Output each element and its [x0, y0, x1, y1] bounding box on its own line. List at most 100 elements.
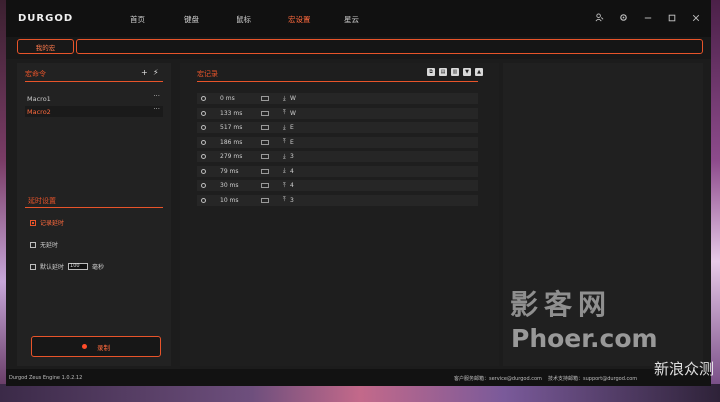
- background-right-strip: [711, 0, 720, 402]
- record-time: 30 ms: [220, 182, 239, 189]
- record-row[interactable]: 0 ms ⤓ W: [197, 93, 478, 104]
- top-navigation-bar: DURGOD 首页 键盘 鼠标 宏设置 星云: [6, 0, 711, 37]
- key-up-icon: ⤒: [283, 196, 286, 203]
- window-controls: [594, 12, 701, 23]
- more-icon[interactable]: ···: [153, 105, 160, 113]
- no-delay-option[interactable]: 无延时: [30, 240, 58, 249]
- record-time: 186 ms: [220, 138, 243, 146]
- version-text: Durgod Zeus Engine 1.0.2.12: [9, 375, 83, 381]
- keyboard-icon: [261, 110, 269, 116]
- default-delay-option[interactable]: 默认延时 100 毫秒: [30, 262, 104, 271]
- macro-name-input[interactable]: [76, 39, 703, 54]
- record-time: 279 ms: [220, 153, 243, 160]
- clock-icon: [201, 154, 206, 159]
- clock-icon: [201, 96, 206, 101]
- radio-icon: [30, 263, 36, 270]
- macro-bar: 我的宏: [6, 37, 711, 59]
- keyboard-icon: [261, 183, 269, 188]
- record-delay-option[interactable]: 记录延时: [30, 218, 64, 227]
- record-row[interactable]: 517 ms ⤓ E: [197, 122, 478, 133]
- move-down-icon[interactable]: ▼: [463, 68, 471, 76]
- record-time: 0 ms: [220, 95, 235, 102]
- record-dot-icon: [82, 344, 87, 349]
- record-button[interactable]: 录制: [31, 336, 161, 357]
- keyboard-icon: [261, 96, 269, 101]
- user-icon[interactable]: [594, 12, 605, 23]
- durgod-logo: DURGOD: [18, 13, 74, 24]
- record-button-label: 录制: [97, 343, 110, 352]
- record-key: 4: [290, 167, 294, 175]
- record-row[interactable]: 10 ms ⤒ 3: [197, 194, 478, 206]
- record-key: 4: [290, 182, 294, 189]
- default-delay-label: 默认延时: [40, 264, 65, 271]
- close-icon[interactable]: [690, 12, 701, 23]
- nav-nebula[interactable]: 星云: [344, 14, 359, 25]
- nav-macro-settings[interactable]: 宏设置: [288, 14, 311, 25]
- maximize-icon[interactable]: [666, 12, 677, 23]
- record-key: E: [290, 124, 294, 131]
- record-key: 3: [290, 153, 294, 160]
- macro-command-title: 宏命令: [25, 70, 46, 78]
- record-row[interactable]: 279 ms ⤓ 3: [197, 151, 478, 162]
- more-icon[interactable]: ···: [153, 92, 160, 100]
- service-email[interactable]: 客户服务邮箱：service@durgod.com: [454, 375, 542, 382]
- add-icon[interactable]: +: [141, 68, 148, 77]
- record-delay-label: 记录延时: [40, 220, 65, 227]
- clock-icon: [201, 183, 206, 188]
- record-row[interactable]: 186 ms ⤒ E: [197, 136, 478, 148]
- macro-record-title: 宏记录: [197, 70, 218, 78]
- record-key: W: [290, 109, 296, 117]
- nav-home[interactable]: 首页: [130, 14, 145, 25]
- nav-mouse[interactable]: 鼠标: [236, 14, 251, 25]
- macro-item-label: Macro1: [27, 94, 51, 103]
- keyboard-icon: [261, 154, 269, 159]
- record-key: W: [290, 95, 296, 102]
- key-up-icon: ⤒: [283, 138, 286, 145]
- clear-icon[interactable]: ▥: [451, 68, 459, 76]
- radio-checked-icon: [30, 219, 36, 226]
- record-row[interactable]: 30 ms ⤒ 4: [197, 180, 478, 191]
- record-time: 517 ms: [220, 124, 243, 131]
- record-row[interactable]: 79 ms ⤓ 4: [197, 165, 478, 177]
- clock-icon: [201, 125, 206, 130]
- import-icon[interactable]: ⚡: [153, 68, 159, 77]
- background-bottom-strip: [0, 384, 720, 402]
- watermark-brand-text: 新浪众测: [654, 360, 715, 378]
- clock-icon: [201, 197, 206, 203]
- record-key: E: [290, 138, 294, 146]
- macro-item-macro2[interactable]: Macro2 ···: [25, 105, 163, 117]
- divider: [197, 81, 478, 82]
- my-macro-button[interactable]: 我的宏: [17, 39, 74, 54]
- keyboard-icon: [261, 197, 269, 203]
- footer-bar: Durgod Zeus Engine 1.0.2.12 客户服务邮箱：servi…: [6, 369, 711, 386]
- divider: [25, 81, 163, 82]
- macro-command-panel: 宏命令 + ⚡ Macro1 ··· Macro2 ··· 延时设置 记录延时 …: [17, 63, 171, 366]
- clock-icon: [201, 168, 206, 174]
- record-time: 133 ms: [220, 109, 243, 117]
- delete-icon[interactable]: ▤: [439, 68, 447, 76]
- gear-icon[interactable]: [618, 12, 629, 23]
- default-delay-input[interactable]: 100: [68, 263, 89, 270]
- watermark-site-text: Phoer.com: [511, 324, 658, 353]
- minimize-icon[interactable]: [642, 12, 653, 23]
- key-down-icon: ⤓: [283, 152, 286, 160]
- support-email[interactable]: 技术支持邮箱：support@durgod.com: [548, 375, 637, 382]
- move-up-icon[interactable]: ▲: [475, 68, 483, 76]
- radio-icon: [30, 241, 36, 248]
- keyboard-icon: [261, 168, 269, 174]
- watermark-logo-text: 影客网: [510, 288, 613, 321]
- no-delay-label: 无延时: [40, 242, 59, 249]
- macro-record-panel: 宏记录 ⧉ ▤ ▥ ▼ ▲ 0 ms ⤓ W 133 ms ⤒ W 517 ms ⤓ E 186 …: [180, 63, 499, 366]
- record-time: 10 ms: [220, 196, 239, 204]
- macro-item-macro1[interactable]: Macro1 ···: [25, 92, 163, 104]
- record-time: 79 ms: [220, 167, 239, 175]
- copy-icon[interactable]: ⧉: [427, 68, 435, 76]
- nav-keyboard[interactable]: 键盘: [184, 14, 199, 25]
- keyboard-icon: [261, 125, 269, 130]
- key-up-icon: ⤒: [283, 181, 286, 189]
- key-down-icon: ⤓: [283, 167, 286, 174]
- record-row[interactable]: 133 ms ⤒ W: [197, 107, 478, 119]
- delay-settings-title: 延时设置: [28, 197, 56, 205]
- record-toolbar: ⧉ ▤ ▥ ▼ ▲: [427, 68, 483, 76]
- macro-item-label: Macro2: [27, 107, 51, 116]
